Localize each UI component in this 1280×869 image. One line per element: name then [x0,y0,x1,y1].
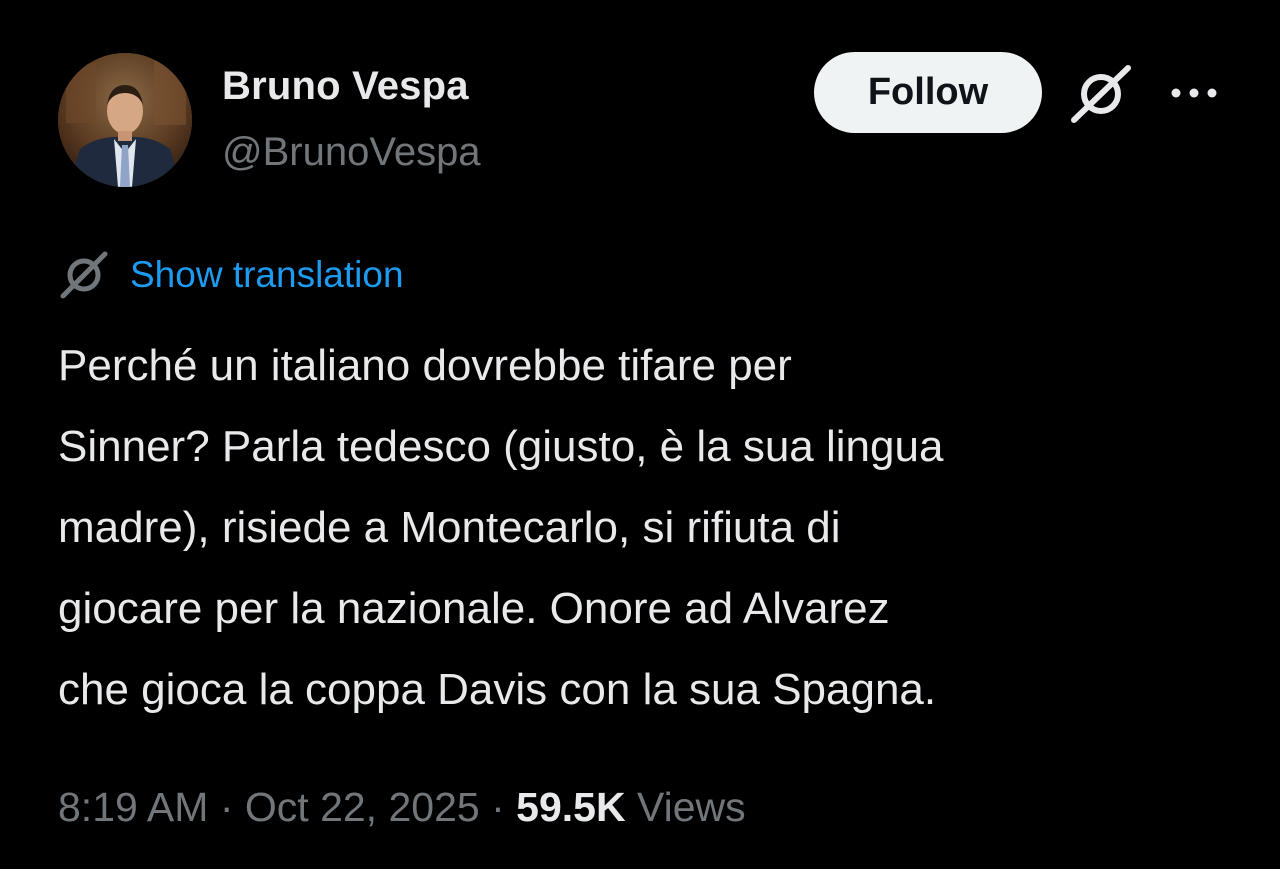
tweet-card: Bruno Vespa @BrunoVespa Follow Show tran… [0,0,1280,869]
meta-separator: · [219,784,234,830]
views-count: 59.5K [516,784,626,830]
translation-row[interactable]: Show translation [58,250,404,300]
author-display-name[interactable]: Bruno Vespa [222,64,469,109]
tweet-text-line: Sinner? Parla tedesco (giusto, è la sua … [58,422,944,471]
tweet-text-line: Perché un italiano dovrebbe tifare per [58,341,792,390]
more-horizontal-icon[interactable] [1168,82,1220,104]
avatar-photo [58,53,192,187]
author-handle[interactable]: @BrunoVespa [222,130,481,175]
tweet-date[interactable]: Oct 22, 2025 [245,784,480,830]
tweet-time[interactable]: 8:19 AM [58,784,208,830]
tweet-text-line: che gioca la coppa Davis con la sua Spag… [58,665,937,714]
tweet-text-line: giocare per la nazionale. Onore ad Alvar… [58,584,890,633]
show-translation-link[interactable]: Show translation [130,254,404,296]
grok-icon [58,250,110,300]
tweet-text: Perché un italiano dovrebbe tifare per S… [58,325,1248,730]
tweet-meta: 8:19 AM · Oct 22, 2025 · 59.5K Views [58,784,746,831]
grok-icon[interactable] [1068,64,1134,124]
views-label: Views [636,784,746,830]
meta-separator: · [491,784,505,830]
follow-button[interactable]: Follow [814,52,1042,133]
tweet-text-line: madre), risiede a Montecarlo, si rifiuta… [58,503,841,552]
avatar[interactable] [58,53,192,187]
